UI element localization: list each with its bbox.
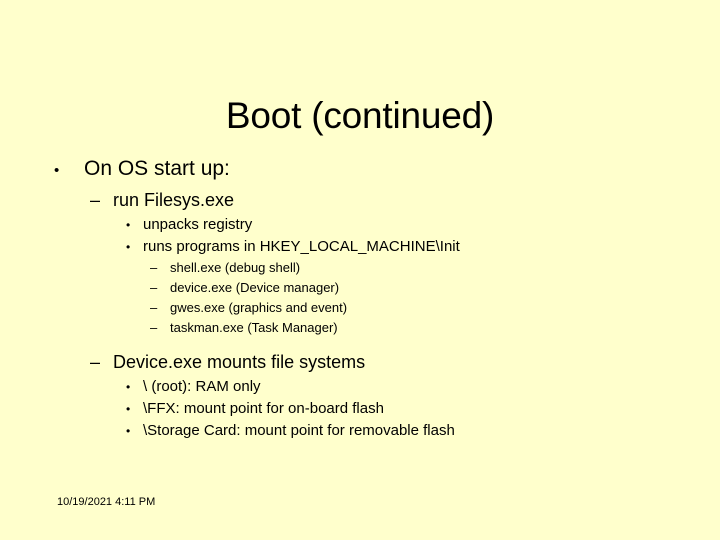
- outline-text: \FFX: mount point for on-board flash: [143, 400, 384, 417]
- outline-text: run Filesys.exe: [113, 190, 235, 210]
- outline-item-level4-shell-exe: – shell.exe (debug shell): [54, 258, 674, 278]
- outline-text: taskman.exe (Task Manager): [170, 320, 338, 335]
- outline-text: On OS start up:: [84, 157, 230, 180]
- outline-text: Device.exe mounts file systems: [113, 352, 366, 372]
- level4-dash-icon: –: [150, 260, 158, 275]
- level2-dash-icon: –: [90, 190, 101, 210]
- outline-item-level3-ffx: • \FFX: mount point for on-board flash: [54, 398, 674, 420]
- outline-text: \ (root): RAM only: [143, 378, 261, 395]
- level4-dash-icon: –: [150, 300, 158, 315]
- level3-bullet-icon: •: [126, 402, 131, 416]
- outline-item-level1-on-os-start-up: • On OS start up:: [54, 154, 674, 186]
- slide-title: Boot (continued): [225, 94, 495, 136]
- presentation-slide: Boot (continued) • On OS start up: – run…: [0, 0, 720, 540]
- outline-text: \Storage Card: mount point for removable…: [143, 422, 455, 439]
- outline-item-level4-taskman-exe: – taskman.exe (Task Manager): [54, 318, 674, 338]
- outline-text: shell.exe (debug shell): [170, 260, 301, 275]
- slide-body-outline: • On OS start up: – run Filesys.exe • un…: [54, 154, 674, 442]
- level3-bullet-icon: •: [126, 218, 131, 232]
- level2-dash-icon: –: [90, 352, 101, 372]
- outline-text: gwes.exe (graphics and event): [170, 300, 348, 315]
- outline-item-level4-gwes-exe: – gwes.exe (graphics and event): [54, 298, 674, 318]
- outline-item-level3-storage-card: • \Storage Card: mount point for removab…: [54, 420, 674, 442]
- outline-item-level3-unpacks-registry: • unpacks registry: [54, 214, 674, 236]
- outline-text: runs programs in HKEY_LOCAL_MACHINE\Init: [143, 238, 460, 255]
- level4-dash-icon: –: [150, 280, 158, 295]
- outline-item-level2-device-mounts: – Device.exe mounts file systems: [54, 349, 674, 376]
- level4-dash-icon: –: [150, 320, 158, 335]
- outline-item-level3-runs-programs: • runs programs in HKEY_LOCAL_MACHINE\In…: [54, 236, 674, 258]
- level3-bullet-icon: •: [126, 240, 131, 254]
- outline-text: unpacks registry: [143, 216, 253, 233]
- outline-item-level4-device-exe: – device.exe (Device manager): [54, 278, 674, 298]
- level3-bullet-icon: •: [126, 380, 131, 394]
- level3-bullet-icon: •: [126, 424, 131, 438]
- outline-item-level3-root: • \ (root): RAM only: [54, 376, 674, 398]
- footer-date: 10/19/2021 4:11 PM: [57, 496, 156, 508]
- outline-text: device.exe (Device manager): [170, 280, 340, 295]
- outline-item-level2-run-filesys: – run Filesys.exe: [54, 187, 674, 214]
- level1-bullet-icon: •: [54, 162, 60, 179]
